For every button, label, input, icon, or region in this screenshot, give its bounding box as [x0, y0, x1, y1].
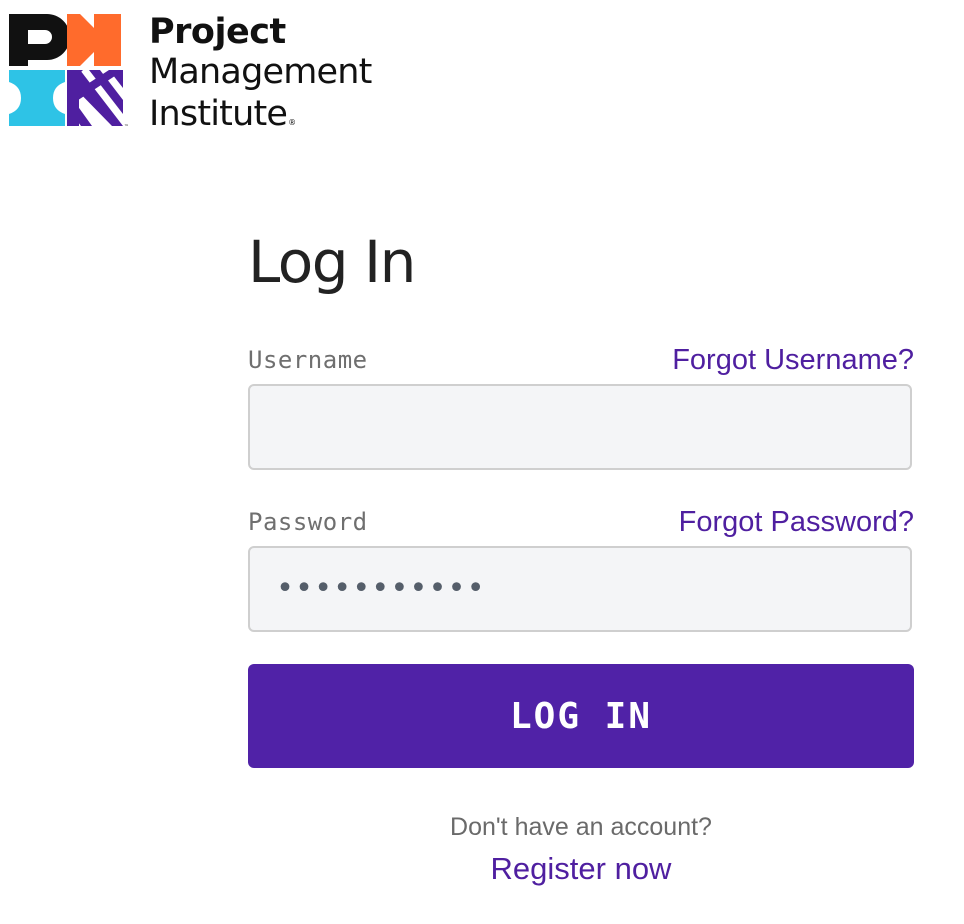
login-page: ™ Project Management Institute® Log In U… — [0, 0, 964, 924]
forgot-password-link[interactable]: Forgot Password? — [679, 506, 914, 539]
forgot-username-link[interactable]: Forgot Username? — [672, 344, 914, 377]
page-title: Log In — [248, 228, 416, 296]
logo-line-institute: Institute® — [149, 94, 296, 134]
password-label: Password — [248, 508, 368, 536]
register-now-link[interactable]: Register now — [248, 851, 914, 887]
registered-mark: ® — [288, 118, 296, 127]
logo-institute-text: Institute — [149, 94, 288, 134]
password-input[interactable]: ••••••••••• — [248, 546, 912, 632]
pmi-logo[interactable]: ™ Project Management Institute® — [9, 10, 409, 134]
login-button[interactable]: LOG IN — [248, 664, 914, 768]
logo-line-management: Management — [149, 52, 372, 92]
no-account-text: Don't have an account? — [450, 813, 712, 841]
username-label: Username — [248, 346, 368, 374]
logo-line-project: Project — [149, 12, 286, 52]
username-input[interactable] — [248, 384, 912, 470]
svg-text:™: ™ — [124, 124, 129, 130]
pmi-logo-icon: ™ — [9, 14, 129, 130]
